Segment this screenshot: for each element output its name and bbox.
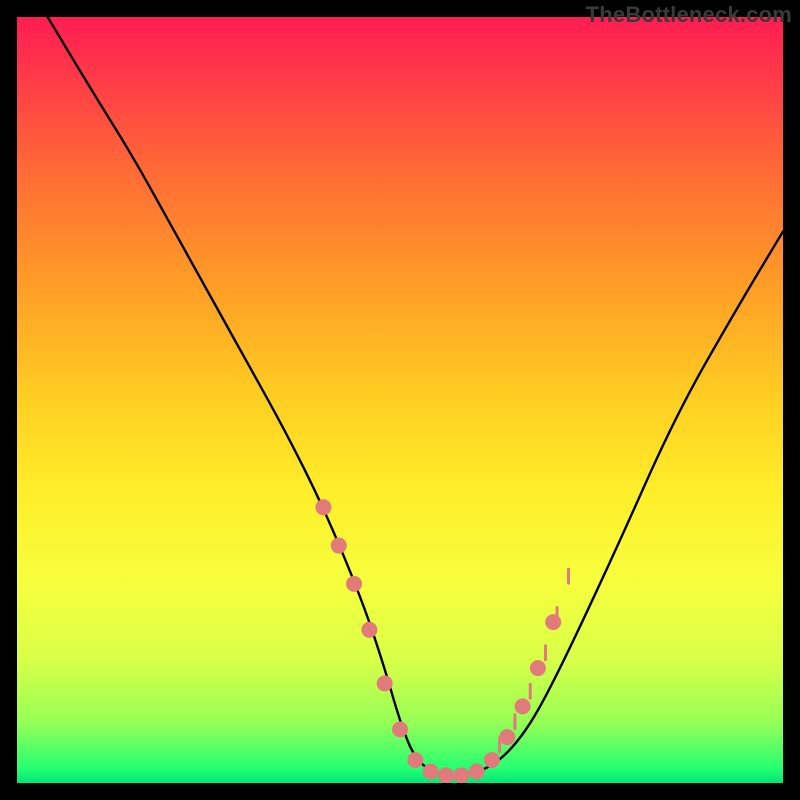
highlight-dot	[346, 576, 362, 592]
highlight-dot	[545, 614, 561, 630]
markers-group	[315, 499, 561, 783]
highlight-dot	[377, 675, 393, 691]
highlight-dot	[361, 622, 377, 638]
main-curve	[48, 17, 783, 775]
plot-area	[17, 17, 783, 783]
ticks-group	[500, 569, 569, 752]
highlight-dot	[438, 767, 454, 783]
watermark-text: TheBottleneck.com	[586, 2, 792, 28]
chart-svg	[17, 17, 783, 783]
highlight-dot	[499, 729, 515, 745]
highlight-dot	[515, 698, 531, 714]
highlight-dot	[407, 752, 423, 768]
highlight-dot	[392, 721, 408, 737]
highlight-dot	[315, 499, 331, 515]
highlight-dot	[331, 538, 347, 554]
highlight-dot	[423, 764, 439, 780]
highlight-dot	[484, 752, 500, 768]
highlight-dot	[469, 764, 485, 780]
chart-stage: TheBottleneck.com	[0, 0, 800, 800]
highlight-dot	[530, 660, 546, 676]
highlight-dot	[453, 767, 469, 783]
